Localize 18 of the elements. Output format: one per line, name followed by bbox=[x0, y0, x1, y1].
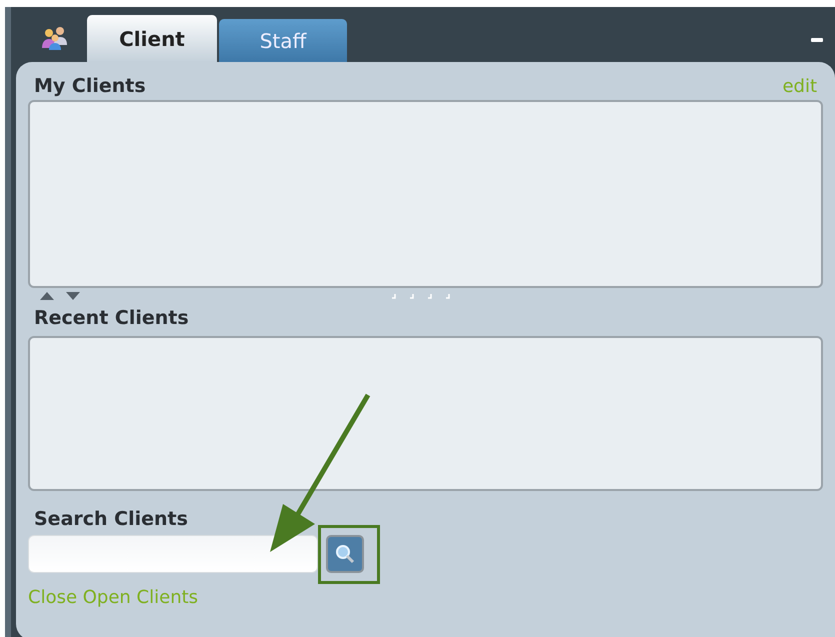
tab[interactable]: Client bbox=[87, 15, 217, 62]
people-icon[interactable] bbox=[41, 26, 69, 50]
section-heading: My Clients bbox=[34, 75, 146, 97]
resize-grip-icon[interactable] bbox=[390, 292, 450, 300]
move-down-icon[interactable] bbox=[66, 292, 80, 300]
search-field[interactable] bbox=[28, 535, 318, 573]
search-button[interactable] bbox=[326, 535, 364, 573]
section-heading: Search Clients bbox=[34, 508, 188, 530]
recent-clients-list[interactable] bbox=[28, 336, 823, 491]
close-open-clients-link[interactable]: Close Open Clients bbox=[28, 587, 823, 608]
tab[interactable]: Staff bbox=[219, 19, 347, 62]
minimize-icon[interactable] bbox=[811, 38, 823, 42]
edit-link[interactable]: edit bbox=[782, 76, 817, 96]
highlight-frame bbox=[318, 525, 380, 584]
section-heading: Recent Clients bbox=[34, 307, 189, 329]
move-up-icon[interactable] bbox=[40, 292, 54, 300]
search-icon bbox=[334, 543, 356, 565]
my-clients-list[interactable] bbox=[28, 100, 823, 288]
